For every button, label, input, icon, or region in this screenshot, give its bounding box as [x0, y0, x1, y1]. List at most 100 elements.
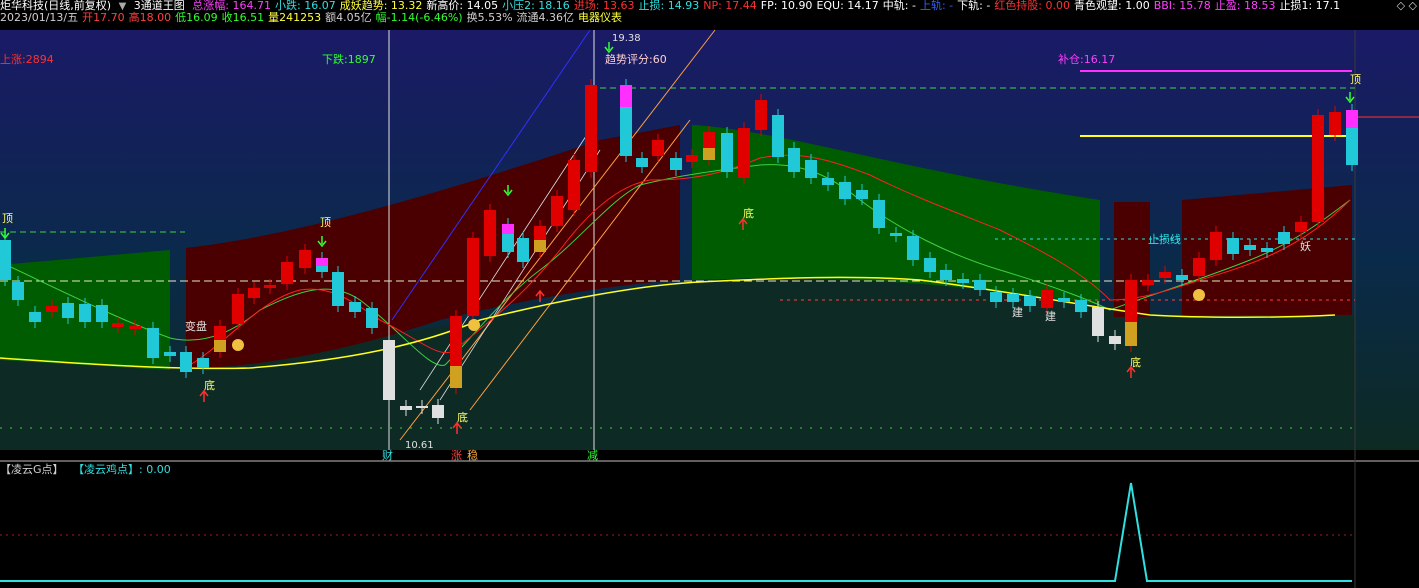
candle-2 — [29, 312, 41, 322]
candle-70 — [1193, 258, 1205, 276]
sub-indicator-line — [0, 482, 1352, 582]
stop-loss-line-label: 止损线 — [1148, 232, 1181, 246]
candle-24 — [400, 406, 412, 410]
jian2-label: 减 — [587, 449, 598, 462]
candle-11 — [180, 352, 192, 372]
candle-accent-6 — [1346, 110, 1358, 128]
candle-10 — [164, 352, 176, 356]
candle-accent-2 — [1125, 322, 1137, 346]
candle-17 — [281, 262, 293, 284]
candle-65 — [1109, 336, 1121, 344]
candle-accent-0 — [450, 366, 462, 388]
candle-14 — [232, 294, 244, 324]
candle-47 — [805, 160, 817, 178]
low-price-label: 10.61 — [405, 440, 434, 451]
bottom-label-3: 底 — [743, 206, 754, 220]
candle-50 — [856, 190, 868, 199]
candle-33 — [551, 196, 563, 226]
yao-label: 妖 — [1300, 239, 1311, 253]
trend-score-label: 趋势评分:60 — [605, 53, 667, 66]
candle-78 — [1329, 112, 1341, 135]
candle-68 — [1159, 272, 1171, 278]
candle-21 — [349, 302, 361, 312]
candle-accent-7 — [502, 224, 514, 234]
candle-52 — [890, 233, 902, 236]
sub-panel-header: 【凌云G点】 【凌云鸡点】: 0.00 — [0, 463, 177, 477]
candle-76 — [1295, 222, 1307, 232]
candle-67 — [1142, 280, 1154, 285]
peak-label-1: 顶 — [2, 212, 13, 225]
candle-51 — [873, 200, 885, 228]
candle-40 — [686, 155, 698, 162]
candle-61 — [1041, 290, 1053, 308]
candle-4 — [62, 303, 74, 318]
candle-46 — [788, 148, 800, 172]
candle-5 — [79, 304, 91, 322]
candle-23 — [383, 340, 395, 400]
sub-panel-indicator: 【凌云鸡点】: 0.00 — [73, 463, 171, 476]
bottom-label-2: 底 — [457, 410, 468, 424]
high-price-label: 19.38 — [612, 33, 641, 44]
candle-56 — [957, 279, 969, 283]
jian-label-1: 建 — [1012, 305, 1023, 319]
candle-37 — [636, 158, 648, 167]
candle-accent-1 — [214, 340, 226, 352]
candle-57 — [974, 280, 986, 290]
candle-45 — [772, 115, 784, 157]
candle-26 — [432, 405, 444, 418]
candle-9 — [147, 328, 159, 358]
candle-54 — [924, 258, 936, 272]
candle-63 — [1075, 300, 1087, 312]
candle-28 — [467, 238, 479, 316]
candle-16 — [264, 285, 276, 288]
candle-60 — [1024, 296, 1036, 306]
candle-3 — [46, 306, 58, 312]
money-bag-icon-1 — [468, 319, 480, 331]
candle-49 — [839, 182, 851, 199]
candle-29 — [484, 210, 496, 256]
candle-18 — [299, 250, 311, 268]
jian-label-2: 建 — [1045, 309, 1056, 323]
cai-label: 财 — [382, 448, 393, 462]
candle-53 — [907, 236, 919, 260]
biandan-label: 变盘 — [185, 319, 207, 333]
candle-accent-3 — [703, 148, 715, 160]
candle-43 — [738, 128, 750, 178]
candle-6 — [96, 305, 108, 322]
main-chart[interactable]: 上涨:2894 下跌:1897 趋势评分:60 补仓:16.17 止损线 19.38 10.… — [0, 0, 1419, 588]
candle-31 — [517, 238, 529, 262]
candle-38 — [652, 140, 664, 156]
wen-label: 稳 — [467, 448, 478, 462]
candle-accent-5 — [620, 85, 632, 107]
candle-12 — [197, 358, 209, 368]
add-position-label: 补仓:16.17 — [1058, 52, 1115, 66]
candle-20 — [332, 272, 344, 306]
up-count-label: 上涨:2894 — [0, 53, 54, 66]
candle-44 — [755, 100, 767, 130]
candle-39 — [670, 158, 682, 170]
down-count-label: 下跌:1897 — [322, 52, 376, 66]
candle-59 — [1007, 294, 1019, 302]
candle-75 — [1278, 232, 1290, 244]
peak-label-3: 顶 — [1350, 73, 1361, 86]
money-bag-icon-2 — [1193, 289, 1205, 301]
candle-accent-8 — [316, 258, 328, 266]
money-bag-icon-0 — [232, 339, 244, 351]
candle-48 — [822, 178, 834, 185]
candle-74 — [1261, 248, 1273, 252]
candle-73 — [1244, 245, 1256, 250]
candle-69 — [1176, 275, 1188, 280]
candle-25 — [416, 406, 428, 408]
zhang-label: 涨 — [451, 449, 462, 462]
candle-7 — [112, 323, 124, 327]
candle-35 — [585, 85, 597, 172]
sub-panel-title: 【凌云G点】 — [0, 463, 64, 476]
chart-window: 炬华科技(日线,前复权) ▼ 3通道王图 总涨幅: 164.71 小跌: 16.0… — [0, 0, 1419, 588]
peak-label-2: 顶 — [320, 216, 331, 229]
candle-1 — [12, 282, 24, 300]
candle-77 — [1312, 115, 1324, 222]
candle-58 — [990, 292, 1002, 302]
candle-0 — [0, 240, 11, 280]
candle-accent-4 — [534, 240, 546, 252]
candle-71 — [1210, 232, 1222, 260]
